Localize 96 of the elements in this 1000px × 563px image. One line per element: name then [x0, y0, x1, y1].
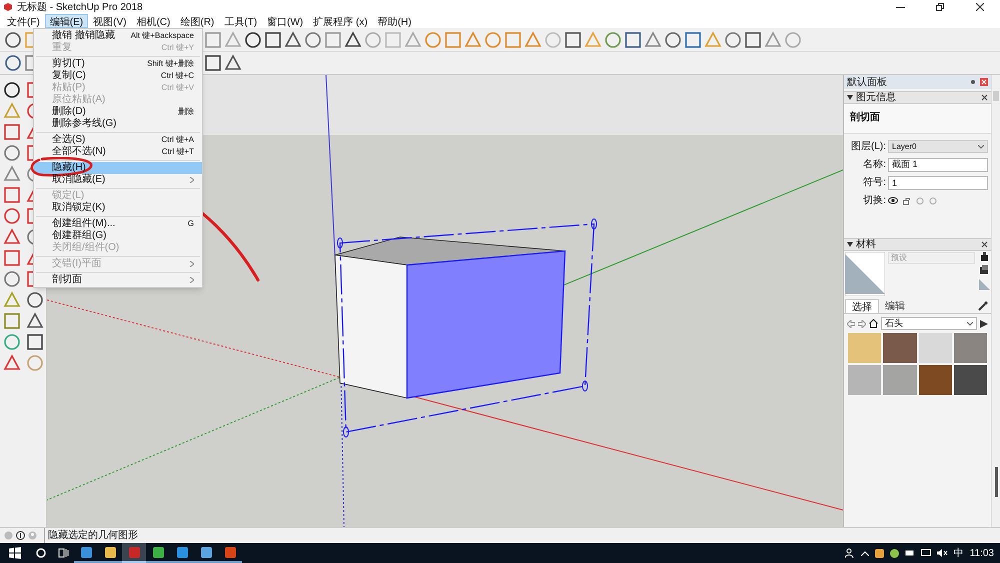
eye-icon[interactable] [888, 197, 898, 204]
input-method-indicator[interactable]: 中 [954, 546, 964, 560]
details-arrow-icon[interactable] [980, 320, 988, 328]
menu-item[interactable]: 窗口(W) [262, 14, 308, 28]
tool-icon[interactable] [4, 30, 22, 48]
material-swatch[interactable] [848, 365, 882, 395]
speaker-muted-icon[interactable] [936, 549, 948, 557]
close-icon[interactable] [981, 241, 988, 248]
tool-icon[interactable] [26, 291, 44, 309]
close-icon [976, 3, 984, 11]
menu-item[interactable]: 删除参考线(G) [34, 118, 202, 130]
menu-item[interactable]: 取消锁定(K) [34, 202, 202, 214]
chevron-up-icon[interactable] [860, 550, 869, 556]
field-label: 图层(L): [850, 140, 887, 154]
tool-icon[interactable] [744, 30, 762, 48]
menu-item[interactable]: 编辑(E) [44, 14, 88, 28]
menu-item[interactable]: 删除(D) 删除 [34, 106, 202, 118]
field-label: 符号: [862, 176, 887, 190]
material-swatch[interactable] [954, 365, 987, 395]
material-swatch[interactable] [954, 333, 987, 363]
people-icon[interactable] [844, 548, 855, 558]
tool-icon[interactable] [26, 312, 44, 330]
material-swatch[interactable] [848, 333, 882, 363]
field-label: 切换: [862, 194, 887, 208]
shortcut-text: Alt 键+Backspace [130, 30, 194, 42]
add-material-icon[interactable] [980, 252, 988, 261]
menu-item[interactable]: 扩展程序 (x) [308, 14, 373, 28]
shortcut-text: 删除 [178, 106, 194, 118]
clock[interactable]: 11:03 [970, 546, 994, 560]
close-icon[interactable] [981, 94, 988, 101]
tool-icon[interactable] [244, 30, 262, 48]
window-title: 无标题 - SketchUp Pro 2018 [17, 0, 143, 14]
material-swatch[interactable] [883, 365, 916, 395]
menu-item[interactable]: 相机(C) [131, 14, 176, 28]
shortcut-text: Ctrl 键+V [161, 82, 194, 94]
field-label: 名称: [862, 158, 887, 172]
menu-item[interactable]: 剖切面 [34, 274, 202, 286]
tab[interactable]: 编辑 [879, 299, 911, 312]
menu-item[interactable]: 全选(S) Ctrl 键+A [34, 134, 202, 146]
shortcut-text: G [188, 218, 194, 230]
menu-item[interactable]: 剪切(T) Shift 键+删除 [34, 58, 202, 70]
tool-icon[interactable] [26, 333, 44, 351]
app-logo-icon [3, 2, 13, 12]
entity-type-label: 剖切面 [844, 104, 991, 134]
section-header[interactable]: 材料 [856, 237, 876, 252]
tool-icon[interactable] [344, 30, 362, 48]
menu-item[interactable]: 文件(F) [2, 14, 45, 28]
caret-icon [967, 322, 973, 326]
back-arrow-icon[interactable] [847, 320, 855, 328]
scrollbar[interactable] [991, 75, 1000, 527]
tool-icon[interactable] [284, 30, 302, 48]
collapse-triangle-icon[interactable] [847, 95, 853, 100]
menu-item[interactable]: 创建组件(M)... G [34, 218, 202, 230]
panel-title: 默认面板 [847, 76, 887, 90]
menu-item[interactable]: 绘图(R) [175, 14, 220, 28]
shortcut-text: Ctrl 键+Y [161, 42, 194, 54]
material-swatch[interactable] [883, 333, 916, 363]
eyedropper-icon[interactable] [978, 301, 988, 311]
collapse-triangle-icon[interactable] [847, 242, 853, 247]
sample-swatch-icon[interactable] [978, 279, 990, 290]
minimize-icon [896, 6, 904, 8]
tab[interactable]: 选择 [845, 299, 879, 313]
material-name-field[interactable]: 预设 [888, 252, 975, 264]
tool-icon[interactable] [564, 30, 582, 48]
home-icon[interactable] [869, 319, 878, 328]
layer-dropdown[interactable]: Layer0 [888, 140, 988, 153]
menu-item[interactable]: 隐藏(H) [34, 162, 202, 174]
shortcut-text: Shift 键+删除 [147, 58, 194, 70]
tool-icon[interactable] [264, 30, 282, 48]
menu-item[interactable]: 帮助(H) [372, 14, 416, 28]
menu-item[interactable]: 视图(V) [88, 14, 132, 28]
menu-item[interactable]: 复制(C) Ctrl 键+C [34, 70, 202, 82]
shortcut-text: Ctrl 键+T [162, 146, 194, 158]
caret-icon [978, 144, 984, 148]
tool-icon[interactable] [3, 81, 21, 99]
menu-item[interactable]: 创建群组(G) [34, 230, 202, 242]
menu-item[interactable]: 工具(T) [219, 14, 262, 28]
taskbar-app-icon[interactable] [122, 543, 146, 563]
menu-item[interactable]: 取消隐藏(E) [34, 174, 202, 186]
material-swatch[interactable] [918, 333, 952, 363]
name-field[interactable]: 截面 1 [888, 158, 988, 172]
menu-item[interactable]: 全部不选(N) Ctrl 键+T [34, 146, 202, 158]
pin-icon[interactable] [970, 79, 976, 85]
symbol-field[interactable]: 1 [888, 176, 988, 190]
material-swatch[interactable] [918, 365, 952, 395]
battery-icon[interactable] [904, 550, 915, 556]
restore-icon [936, 3, 944, 11]
forward-arrow-icon[interactable] [858, 320, 866, 328]
material-box-icon[interactable] [979, 265, 989, 275]
menu-item[interactable]: 撤销 撤销隐藏 Alt 键+Backspace [34, 30, 202, 42]
library-dropdown[interactable]: 石头 [881, 317, 977, 330]
shortcut-text: Ctrl 键+C [160, 70, 194, 82]
shortcut-text: Ctrl 键+A [161, 134, 194, 146]
tool-icon[interactable] [204, 54, 222, 72]
network-icon[interactable] [920, 549, 931, 557]
tool-icon[interactable] [224, 54, 242, 72]
